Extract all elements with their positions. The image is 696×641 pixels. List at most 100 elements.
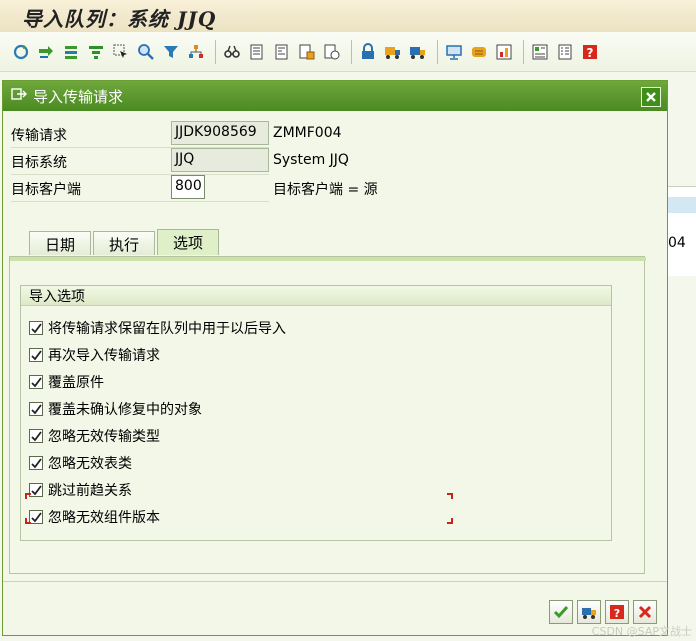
checkbox[interactable] (29, 483, 43, 497)
funnel-icon[interactable] (160, 41, 182, 63)
checkbox[interactable] (29, 510, 43, 524)
checkbox-label: 再次导入传输请求 (48, 348, 160, 364)
import-icon[interactable] (35, 41, 57, 63)
zoom-icon[interactable] (135, 41, 157, 63)
hierarchy-icon[interactable] (185, 41, 207, 63)
checkmark-icon (30, 457, 42, 468)
scroll-icon[interactable] (468, 41, 490, 63)
refresh-icon[interactable] (10, 41, 32, 63)
dialog-title: 导入传输请求 (33, 87, 124, 106)
focus-corner-top-right (447, 493, 453, 499)
lock-icon[interactable] (357, 41, 379, 63)
application-toolbar: ? (0, 32, 696, 72)
checkbox[interactable] (29, 402, 43, 416)
close-icon (646, 92, 656, 102)
option-ignore-invalid-component-version[interactable]: 忽略无效组件版本 (29, 507, 160, 527)
truck-icon (582, 608, 596, 619)
document-icon[interactable] (246, 41, 268, 63)
target-client-input[interactable]: 800 (171, 175, 205, 199)
option-reimport[interactable]: 再次导入传输请求 (29, 345, 160, 365)
page-title: 导入队列：系统 JJQ (22, 7, 217, 31)
option-skip-predecessor[interactable]: 跳过前趋关系 (29, 480, 132, 500)
option-keep-in-queue[interactable]: 将传输请求保留在队列中用于以后导入 (29, 318, 286, 338)
focus-corner-top-left (25, 493, 31, 499)
checkmark-icon (30, 484, 42, 495)
tab-date[interactable]: 日期 (29, 231, 91, 255)
toolbar-separator (437, 39, 438, 64)
target-system-field[interactable]: JJQ (171, 148, 269, 172)
help-button[interactable]: ? (605, 600, 629, 624)
checkbox[interactable] (29, 456, 43, 470)
background-cell-value: 04 (668, 235, 686, 251)
target-client-label: 目标客户端 (11, 182, 81, 198)
tab-options[interactable]: 选项 (157, 229, 219, 255)
import-options-group: 导入选项 将传输请求保留在队列中用于以后导入 再次导入传输请求 覆盖原件 覆盖未… (20, 285, 612, 541)
window-title-bar: 导入队列：系统 JJQ (0, 0, 696, 32)
checkmark-icon (30, 430, 42, 441)
import-transport-dialog: 导入传输请求 传输请求 JJDK908569 ZMMF004 目标系统 JJQ … (2, 80, 668, 636)
checkmark-icon (30, 376, 42, 387)
watermark: CSDN @SAP文战士 (591, 625, 692, 638)
import-options-button[interactable] (577, 600, 601, 624)
dialog-import-icon (11, 86, 27, 106)
doc-stamp-icon[interactable] (296, 41, 318, 63)
background-table-fragment: 04 (668, 186, 696, 276)
layout-icon[interactable] (529, 41, 551, 63)
target-system-label: 目标系统 (11, 155, 67, 171)
monitor-icon[interactable] (443, 41, 465, 63)
checkbox-label: 覆盖未确认修复中的对象 (48, 402, 202, 418)
selected-row-stripe (668, 197, 696, 213)
checkbox-label: 忽略无效组件版本 (48, 510, 160, 526)
help-icon: ? (610, 605, 624, 620)
checkbox-label: 覆盖原件 (48, 375, 104, 391)
options-tab-panel: 导入选项 将传输请求保留在队列中用于以后导入 再次导入传输请求 覆盖原件 覆盖未… (9, 256, 646, 574)
target-client-description: 目标客户端 = 源 (273, 182, 378, 198)
list-icon[interactable] (554, 41, 576, 63)
checkmark-icon (30, 349, 42, 360)
checkbox[interactable] (29, 348, 43, 362)
option-ignore-invalid-transport-type[interactable]: 忽略无效传输类型 (29, 426, 160, 446)
focus-corner-bottom-left (25, 518, 31, 524)
option-ignore-invalid-table-class[interactable]: 忽略无效表类 (29, 453, 132, 473)
transport-request-field[interactable]: JJDK908569 (171, 121, 269, 145)
checkmark-icon (30, 322, 42, 333)
select-cursor-icon[interactable] (110, 41, 132, 63)
close-icon (638, 605, 652, 619)
checkbox-label: 跳过前趋关系 (48, 483, 132, 499)
dialog-header: 导入传输请求 (3, 81, 667, 111)
checkbox[interactable] (29, 321, 43, 335)
toolbar-separator (215, 39, 216, 64)
chart-icon[interactable] (493, 41, 515, 63)
option-overwrite-unconfirmed[interactable]: 覆盖未确认修复中的对象 (29, 399, 202, 419)
truck-icon[interactable] (382, 41, 404, 63)
tab-execution[interactable]: 执行 (93, 231, 155, 255)
tab-panel-top-border (10, 257, 646, 261)
dialog-close-button[interactable] (641, 87, 661, 107)
checkmark-icon (553, 606, 569, 619)
group-title: 导入选项 (21, 286, 611, 306)
doc-link-icon[interactable] (321, 41, 343, 63)
target-system-description: System JJQ (273, 152, 349, 168)
svg-text:?: ? (587, 46, 594, 60)
help-icon[interactable]: ? (579, 41, 601, 63)
checkmark-icon (30, 511, 42, 522)
toolbar-separator (351, 39, 352, 64)
cancel-button[interactable] (633, 600, 657, 624)
dialog-footer: ? (3, 581, 667, 635)
checkmark-icon (30, 403, 42, 414)
doc-lines-icon[interactable] (271, 41, 293, 63)
confirm-button[interactable] (549, 600, 573, 624)
toolbar-separator (523, 39, 524, 64)
row-divider (11, 201, 269, 202)
focus-corner-bottom-right (447, 518, 453, 524)
checkbox-label: 忽略无效表类 (48, 456, 132, 472)
transport-request-description: ZMMF004 (273, 125, 342, 141)
option-overwrite-originals[interactable]: 覆盖原件 (29, 372, 104, 392)
filter-funnel-icon[interactable] (85, 41, 107, 63)
checkbox[interactable] (29, 429, 43, 443)
glasses-icon[interactable] (221, 41, 243, 63)
svg-text:?: ? (614, 607, 620, 620)
checkbox[interactable] (29, 375, 43, 389)
stack-icon[interactable] (60, 41, 82, 63)
truck-alt-icon[interactable] (407, 41, 429, 63)
